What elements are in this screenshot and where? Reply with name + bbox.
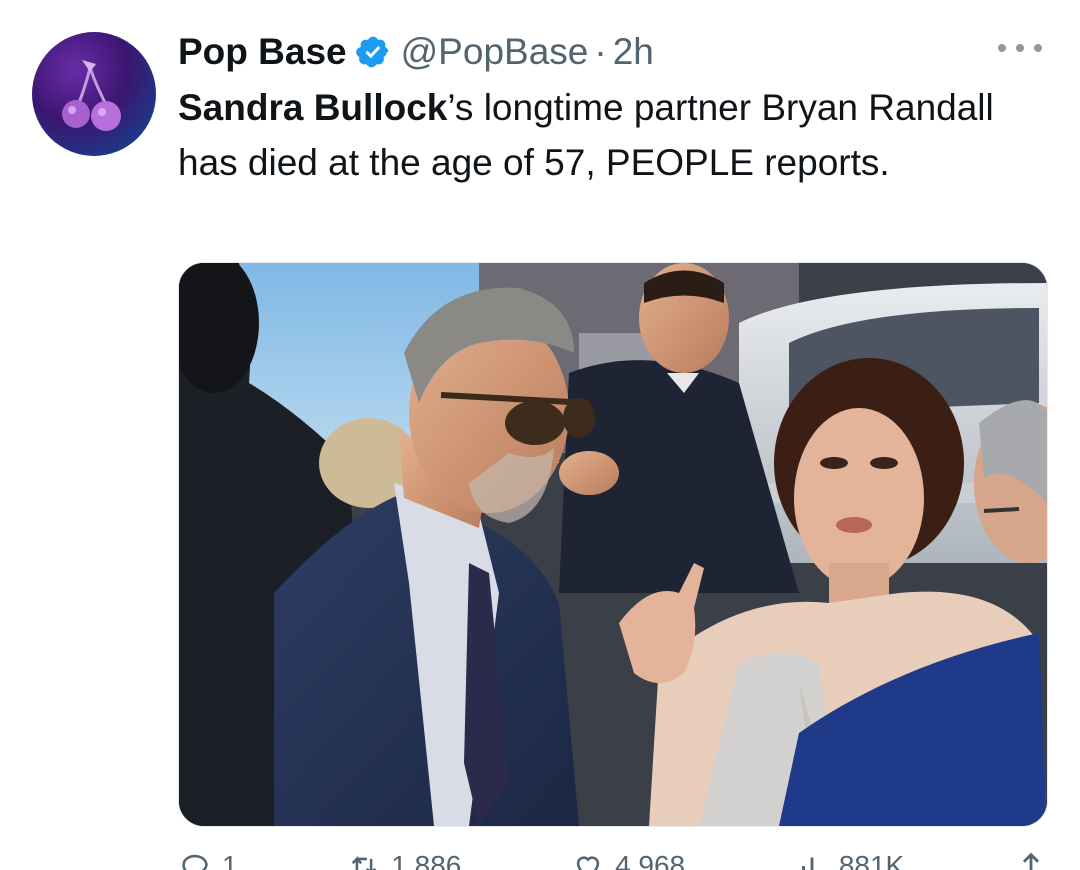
cherry-logo-icon bbox=[62, 60, 121, 131]
tweet-text-bold[interactable]: Sandra Bullock bbox=[178, 87, 447, 128]
reply-button[interactable]: 1 bbox=[178, 849, 238, 870]
tweet-actions: 1 1,886 4,968 881K bbox=[178, 846, 1048, 870]
tweet[interactable]: Pop Base @PopBase · 2h Sandra Bullock’s … bbox=[0, 0, 1080, 870]
tweet-media-photo[interactable] bbox=[178, 262, 1048, 827]
photo-illustration bbox=[179, 263, 1047, 826]
retweet-icon bbox=[352, 855, 377, 870]
author-handle[interactable]: @PopBase bbox=[401, 31, 589, 73]
tweet-text: Sandra Bullock’s longtime partner Bryan … bbox=[178, 80, 998, 190]
avatar[interactable] bbox=[32, 32, 156, 156]
retweet-count: 1,886 bbox=[391, 850, 462, 870]
like-button[interactable]: 4,968 bbox=[571, 849, 685, 870]
views-count: 881K bbox=[838, 850, 905, 870]
display-name[interactable]: Pop Base bbox=[178, 31, 347, 73]
tweet-time[interactable]: 2h bbox=[613, 31, 654, 73]
more-icon[interactable] bbox=[998, 38, 1042, 58]
views-icon bbox=[801, 857, 814, 870]
like-count: 4,968 bbox=[615, 850, 686, 870]
tweet-header: Pop Base @PopBase · 2h bbox=[178, 28, 654, 76]
like-icon bbox=[576, 856, 600, 870]
reply-icon bbox=[182, 854, 208, 870]
views-button[interactable]: 881K bbox=[795, 849, 904, 870]
verified-badge-icon bbox=[355, 34, 391, 70]
reply-count: 1 bbox=[222, 850, 238, 870]
share-icon bbox=[1022, 852, 1040, 870]
separator-dot: · bbox=[594, 31, 607, 72]
retweet-button[interactable]: 1,886 bbox=[347, 849, 461, 870]
share-button[interactable] bbox=[1014, 849, 1048, 870]
